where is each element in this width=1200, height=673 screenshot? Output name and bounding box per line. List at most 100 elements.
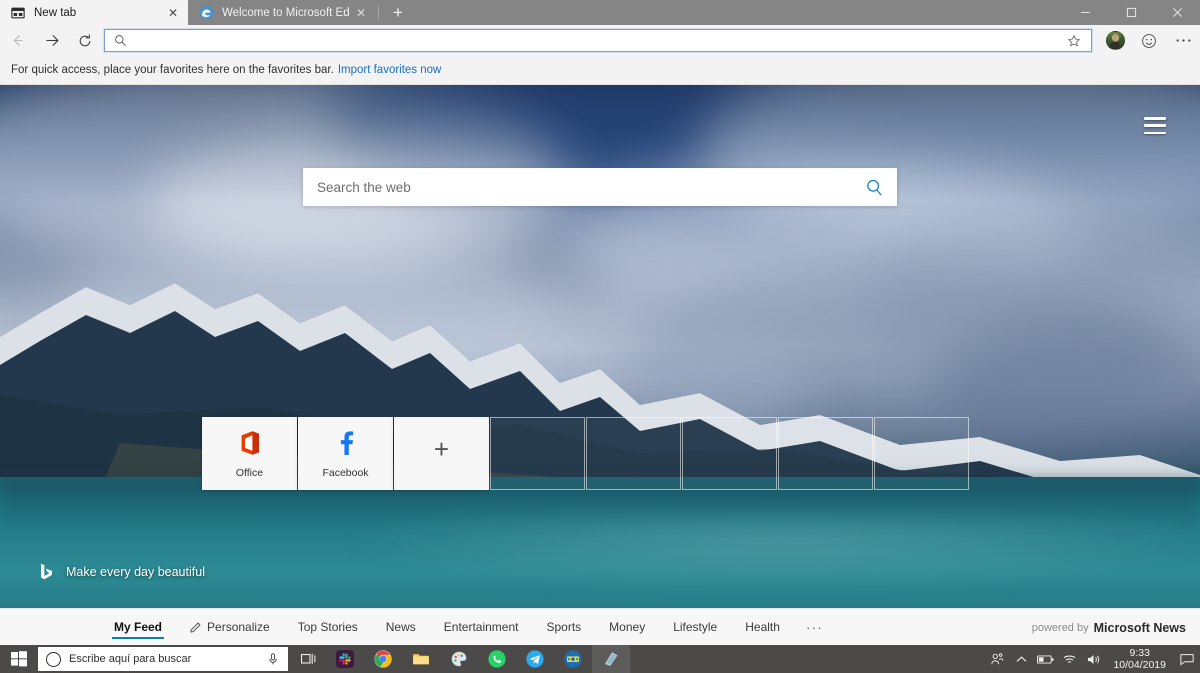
nav-label: Top Stories: [298, 620, 358, 634]
star-icon[interactable]: [1063, 34, 1085, 48]
smiley-icon[interactable]: [1132, 26, 1166, 56]
background-image-mountain-lake: [0, 85, 1200, 608]
wifi-icon[interactable]: [1057, 645, 1081, 673]
tab-new-tab[interactable]: New tab ✕: [0, 0, 188, 25]
tile-empty-slot[interactable]: [682, 417, 777, 490]
microphone-icon[interactable]: [264, 653, 282, 666]
profile-button[interactable]: [1098, 26, 1132, 56]
nav-label: Sports: [546, 620, 581, 634]
tile-empty-slot[interactable]: [490, 417, 585, 490]
taskbar-app-telegram[interactable]: [516, 645, 554, 673]
plus-icon: +: [434, 436, 449, 462]
search-icon: [111, 34, 129, 47]
taskbar-app-whatsapp[interactable]: [478, 645, 516, 673]
taskbar-search-placeholder: Escribe aquí para buscar: [69, 653, 264, 665]
address-bar[interactable]: [104, 29, 1092, 52]
powered-by-microsoft-news: powered by Microsoft News: [1032, 609, 1186, 646]
file-explorer-icon: [412, 650, 430, 668]
slack-icon: [336, 650, 354, 668]
taskbar-clock[interactable]: 9:33 10/04/2019: [1105, 645, 1174, 673]
browser-toolbar: [0, 25, 1200, 56]
new-tab-button[interactable]: +: [385, 0, 411, 25]
back-button[interactable]: [0, 26, 34, 56]
tab-divider: [378, 6, 379, 20]
forward-button[interactable]: [34, 26, 68, 56]
news-nav-news[interactable]: News: [372, 609, 430, 645]
clock-time: 9:33: [1130, 647, 1150, 659]
chevron-up-icon[interactable]: [1009, 645, 1033, 673]
money-app-icon: [564, 650, 582, 668]
import-favorites-link[interactable]: Import favorites now: [338, 64, 442, 76]
tile-empty-slot[interactable]: [586, 417, 681, 490]
tab-title: New tab: [34, 7, 162, 19]
news-nav-my-feed[interactable]: My Feed: [100, 609, 176, 645]
window-controls: [1062, 0, 1200, 25]
taskbar-app-file-explorer[interactable]: [402, 645, 440, 673]
bing-attribution[interactable]: Make every day beautiful: [39, 563, 205, 581]
news-nav-sports[interactable]: Sports: [532, 609, 595, 645]
nav-label: Money: [609, 620, 645, 634]
search-icon[interactable]: [851, 168, 897, 206]
chrome-icon: [374, 650, 392, 668]
taskbar-search-box[interactable]: Escribe aquí para buscar: [38, 647, 288, 671]
tile-office[interactable]: Office: [202, 417, 297, 490]
clock-date: 10/04/2019: [1113, 659, 1166, 671]
powered-brand: Microsoft News: [1094, 621, 1186, 635]
tile-empty-slot[interactable]: [874, 417, 969, 490]
taskbar-app-paint[interactable]: [440, 645, 478, 673]
tab-strip: New tab ✕ Welcome to Microsoft Edge Dev …: [0, 0, 1200, 25]
pencil-icon: [190, 621, 202, 633]
refresh-button[interactable]: [68, 26, 102, 56]
maximize-button[interactable]: [1108, 0, 1154, 25]
edge-icon: [602, 650, 620, 668]
close-icon[interactable]: ✕: [352, 4, 370, 22]
news-nav-more-button[interactable]: ···: [794, 619, 835, 635]
newtab-icon: [10, 5, 26, 21]
taskbar-app-edge[interactable]: [592, 645, 630, 673]
task-view-icon[interactable]: [292, 645, 326, 673]
nav-label: News: [386, 620, 416, 634]
bing-icon: [39, 563, 54, 581]
web-search-box[interactable]: [303, 168, 897, 206]
powered-prefix: powered by: [1032, 622, 1089, 634]
tile-facebook[interactable]: Facebook: [298, 417, 393, 490]
windows-icon[interactable]: [0, 645, 38, 673]
close-icon[interactable]: ✕: [164, 4, 182, 22]
paint-icon: [450, 650, 468, 668]
nav-label: Health: [745, 620, 780, 634]
search-input[interactable]: [303, 169, 851, 205]
taskbar-app-buttons: [326, 645, 630, 673]
facebook-icon: [335, 428, 357, 458]
hamburger-icon[interactable]: [1144, 117, 1166, 134]
notification-icon[interactable]: [1174, 645, 1200, 673]
tab-welcome-edge-dev[interactable]: Welcome to Microsoft Edge Dev ✕: [188, 0, 376, 25]
taskbar-app-slack[interactable]: [326, 645, 364, 673]
nav-label: Lifestyle: [673, 620, 717, 634]
top-sites-tiles: Office Facebook +: [202, 417, 969, 490]
news-nav-entertainment[interactable]: Entertainment: [430, 609, 533, 645]
news-nav-lifestyle[interactable]: Lifestyle: [659, 609, 731, 645]
minimize-button[interactable]: [1062, 0, 1108, 25]
tile-empty-slot[interactable]: [778, 417, 873, 490]
news-nav-personalize[interactable]: Personalize: [176, 609, 284, 645]
news-nav-bar: My Feed Personalize Top Stories News Ent…: [0, 608, 1200, 645]
whatsapp-icon: [488, 650, 506, 668]
new-tab-page: Office Facebook +: [0, 85, 1200, 608]
edge-icon: [198, 5, 214, 21]
tile-add-site[interactable]: +: [394, 417, 489, 490]
battery-icon[interactable]: [1033, 645, 1057, 673]
news-nav-top-stories[interactable]: Top Stories: [284, 609, 372, 645]
tab-title: Welcome to Microsoft Edge Dev: [222, 7, 350, 19]
news-nav-health[interactable]: Health: [731, 609, 794, 645]
windows-taskbar: Escribe aquí para buscar: [0, 645, 1200, 673]
news-nav-items: My Feed Personalize Top Stories News Ent…: [0, 609, 835, 645]
ellipsis-icon[interactable]: [1166, 26, 1200, 56]
people-icon[interactable]: [985, 645, 1009, 673]
close-button[interactable]: [1154, 0, 1200, 25]
taskbar-app-chrome[interactable]: [364, 645, 402, 673]
volume-icon[interactable]: [1081, 645, 1105, 673]
news-nav-money[interactable]: Money: [595, 609, 659, 645]
address-input[interactable]: [129, 31, 1063, 50]
system-tray: 9:33 10/04/2019: [985, 645, 1200, 673]
taskbar-app-money[interactable]: [554, 645, 592, 673]
